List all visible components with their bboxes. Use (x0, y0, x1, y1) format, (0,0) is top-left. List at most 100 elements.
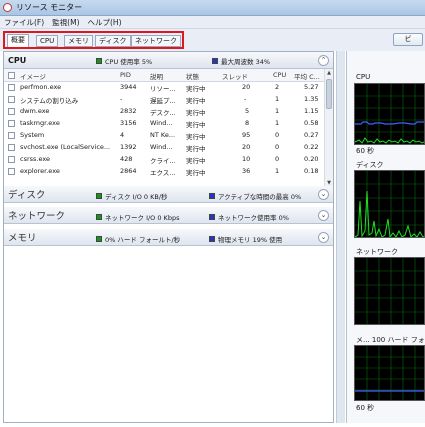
cell-cpu: 1 (275, 167, 280, 175)
cell-pid: 3944 (120, 83, 137, 91)
cell-description: Wind... (150, 143, 173, 151)
cell-threads: 10 (242, 155, 251, 163)
row-checkbox[interactable] (8, 132, 15, 139)
table-row[interactable]: System 4 NT Ke... 実行中 95 0 0.27 (4, 130, 324, 142)
row-checkbox[interactable] (8, 108, 15, 115)
cell-pid: 3156 (120, 119, 137, 127)
cell-description: デスク... (150, 109, 176, 117)
col-status[interactable]: 状態 (186, 71, 199, 81)
cell-status: 実行中 (186, 85, 206, 93)
cell-average-cpu: 5.27 (304, 83, 319, 91)
cell-average-cpu: 1.35 (304, 95, 319, 103)
disk-graph-label: ディスク (356, 161, 384, 169)
cell-description: クライ... (150, 157, 176, 165)
table-header: イメージ PID 説明 状態 スレッド CPU 平均 C... (4, 69, 324, 82)
resource-monitor-icon (3, 3, 12, 12)
cell-cpu: 1 (275, 95, 280, 103)
cell-threads: 36 (242, 167, 251, 175)
network-section-header[interactable]: ネットワーク ネットワーク I/O 0 Kbps ネットワーク使用率 0% ⌄ (4, 207, 333, 224)
cell-description: Wind... (150, 119, 173, 127)
table-row[interactable]: dwm.exe 2832 デスク... 実行中 5 1 1.15 (4, 106, 324, 118)
view-button[interactable]: ビ (393, 33, 423, 46)
menu-help[interactable]: ヘルプ(H) (84, 17, 126, 28)
expand-memory-icon[interactable]: ⌄ (318, 232, 329, 243)
col-pid[interactable]: PID (120, 71, 131, 79)
tab-bar: 概要 CPU メモリ ディスク ネットワーク (0, 29, 425, 51)
cell-cpu: 0 (275, 143, 280, 151)
expand-network-icon[interactable]: ⌄ (318, 210, 329, 221)
col-description[interactable]: 説明 (150, 71, 163, 81)
cell-status: 実行中 (186, 133, 206, 141)
cell-status: 実行中 (186, 121, 206, 129)
table-row[interactable]: csrss.exe 428 クライ... 実行中 10 0 0.20 (4, 154, 324, 166)
green-swatch-icon (96, 236, 102, 242)
menu-monitor[interactable]: 監視(M) (48, 17, 83, 28)
cell-threads: - (244, 95, 247, 103)
cell-cpu: 1 (275, 119, 280, 127)
scroll-thumb[interactable] (326, 79, 332, 109)
memory-section-header[interactable]: メモリ 0% ハード フォールト/秒 物理メモリ 19% 使用 ⌄ (4, 229, 333, 246)
row-checkbox[interactable] (8, 84, 15, 91)
menu-file[interactable]: ファイル(F) (0, 17, 48, 28)
cell-average-cpu: 0.27 (304, 131, 319, 139)
cell-cpu: 2 (275, 83, 280, 91)
col-threads[interactable]: スレッド (222, 71, 248, 81)
cell-description: 遅延プ... (150, 97, 176, 105)
cell-cpu: 0 (275, 155, 280, 163)
cell-image: csrss.exe (20, 155, 51, 163)
col-cpu[interactable]: CPU (273, 71, 286, 79)
network-io-legend: ネットワーク I/O 0 Kbps (96, 212, 179, 222)
window-title: リソース モニター (16, 3, 83, 12)
disk-section-title: ディスク (8, 190, 46, 201)
cpu-section-header[interactable]: CPU CPU 使用率 5% 最大周波数 34% ⌃ (4, 52, 333, 69)
network-graph-label: ネットワーク (356, 248, 398, 256)
cell-image: svchost.exe (LocalService... (20, 143, 111, 151)
cell-status: 実行中 (186, 157, 206, 165)
cell-average-cpu: 1.15 (304, 107, 319, 115)
cpu-usage-legend: CPU 使用率 5% (96, 56, 152, 66)
memory-used-text: 物理メモリ 19% 使用 (218, 236, 283, 244)
scroll-up-icon[interactable]: ▲ (325, 69, 333, 77)
select-all-checkbox[interactable] (8, 72, 15, 79)
row-checkbox[interactable] (8, 120, 15, 127)
table-row[interactable]: taskmgr.exe 3156 Wind... 実行中 8 1 0.58 (4, 118, 324, 130)
blue-swatch-icon (209, 193, 215, 199)
collapse-cpu-icon[interactable]: ⌃ (318, 55, 329, 66)
cpu-section-title: CPU (8, 55, 27, 65)
title-bar: リソース モニター (0, 0, 425, 16)
col-image[interactable]: イメージ (20, 71, 46, 81)
cell-threads: 5 (245, 107, 250, 115)
row-checkbox[interactable] (8, 156, 15, 163)
memory-time-label: 60 秒 (356, 404, 375, 412)
blue-swatch-icon (212, 58, 218, 64)
disk-io-legend: ディスク I/O 0 KB/秒 (96, 191, 168, 201)
cell-pid: 2864 (120, 167, 137, 175)
row-checkbox[interactable] (8, 144, 15, 151)
cell-status: 実行中 (186, 145, 206, 153)
expand-disk-icon[interactable]: ⌄ (318, 189, 329, 200)
row-checkbox[interactable] (8, 168, 15, 175)
row-checkbox[interactable] (8, 96, 15, 103)
cell-average-cpu: 0.20 (304, 155, 319, 163)
table-row[interactable]: explorer.exe 2864 エクス... 実行中 36 1 0.18 (4, 166, 324, 178)
cell-threads: 8 (245, 119, 250, 127)
table-scrollbar[interactable]: ▲ ▼ (324, 69, 333, 187)
cpu-usage-text: CPU 使用率 5% (105, 58, 153, 66)
menu-bar: ファイル(F) 監視(M) ヘルプ(H) (0, 16, 425, 29)
memory-fault-legend: 0% ハード フォールト/秒 (96, 234, 180, 244)
network-graph (354, 257, 425, 325)
cell-description: エクス... (150, 169, 176, 177)
cell-threads: 95 (242, 131, 251, 139)
pane-splitter[interactable] (336, 51, 345, 423)
cpu-process-table: イメージ PID 説明 状態 スレッド CPU 平均 C... perfmon.… (4, 69, 333, 187)
green-swatch-icon (96, 214, 102, 220)
table-row[interactable]: svchost.exe (LocalService... 1392 Wind..… (4, 142, 324, 154)
cpu-freq-legend: 最大周波数 34% (212, 56, 270, 66)
table-row[interactable]: perfmon.exe 3944 リソー... 実行中 20 2 5.27 (4, 82, 324, 94)
disk-section-header[interactable]: ディスク ディスク I/O 0 KB/秒 アクティブな時間の最高 0% ⌄ (4, 186, 333, 203)
table-row[interactable]: システムの割り込み - 遅延プ... 実行中 - 1 1.35 (4, 94, 324, 106)
col-average-cpu[interactable]: 平均 C... (294, 71, 320, 81)
memory-graph (354, 345, 425, 401)
cell-image: System (20, 131, 45, 139)
cell-description: NT Ke... (150, 131, 176, 139)
